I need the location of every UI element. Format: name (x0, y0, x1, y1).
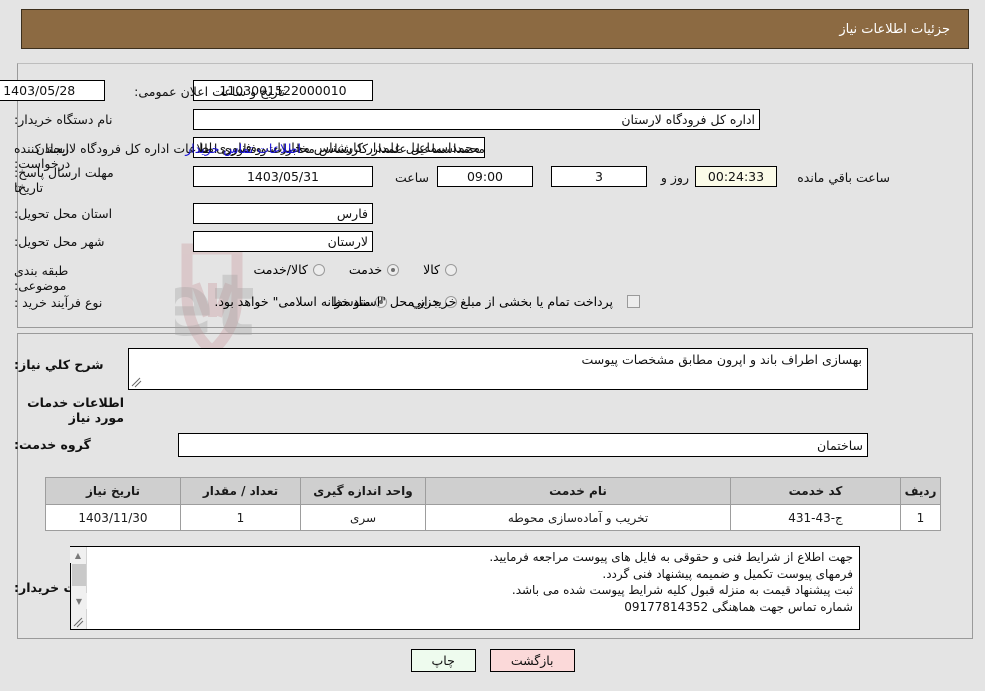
radio-icon-category-1[interactable] (387, 263, 400, 276)
delivery-city-input[interactable] (193, 231, 373, 252)
delivery-province-input[interactable] (193, 203, 373, 224)
page-header: جزئیات اطلاعات نیاز (21, 9, 969, 49)
label-purchase-process-type: نوع فرآیند خرید : (14, 295, 103, 310)
th-unit: واحد اندازه گیری (300, 477, 426, 505)
treasury-bond-checkbox[interactable] (627, 295, 640, 308)
print-button[interactable]: چاپ (410, 649, 476, 672)
buyer-notes-value: جهت اطلاع از شرایط فنی و حقوقی به فایل ه… (489, 550, 853, 614)
buyer-contact-link[interactable]: اطلاعات تماس خریدار (185, 141, 301, 156)
cell-quantity: 1 (180, 504, 301, 531)
need-info-panel (17, 63, 973, 328)
buyer-notes-textarea[interactable]: جهت اطلاع از شرایط فنی و حقوقی به فایل ه… (70, 546, 860, 630)
subject-category-radio-group[interactable]: کالا خدمت کالا/خدمت (235, 262, 457, 277)
page-title: جزئیات اطلاعات نیاز (839, 21, 950, 37)
cell-name: تخریب و آماده‌سازی محوطه (425, 504, 731, 531)
services-section-title: اطلاعات خدمات مورد نیاز (27, 395, 124, 425)
table-header-row: ردیف کد خدمت نام خدمت واحد اندازه گیری ت… (45, 477, 941, 505)
scroll-up-icon[interactable]: ▲ (70, 547, 86, 563)
radio-icon-category-2[interactable] (312, 263, 325, 276)
radio-label-category-1: خدمت (348, 262, 383, 277)
deadline-hour-input[interactable] (437, 166, 533, 187)
deadline-date-input[interactable] (193, 166, 373, 187)
label-buyer-org: نام دستگاه خریدار: (14, 112, 113, 127)
th-need-date: تاریخ نیاز (45, 477, 181, 505)
label-subject-category: طبقه بندی موضوعی: (14, 263, 69, 293)
countdown-input[interactable] (695, 166, 777, 187)
action-buttons: بازگشت چاپ (0, 649, 985, 672)
announce-datetime-input[interactable] (0, 80, 105, 101)
general-description-value: بهسازی اطراف باند و اپرون مطابق مشخصات پ… (581, 352, 862, 367)
th-code: کد خدمت (730, 477, 901, 505)
services-table: ردیف کد خدمت نام خدمت واحد اندازه گیری ت… (45, 477, 941, 531)
treasury-bond-label: پرداخت تمام یا بخشی از مبلغ خرید،از محل … (214, 294, 613, 309)
remaining-days-input[interactable] (551, 166, 647, 187)
th-name: نام خدمت (425, 477, 731, 505)
radio-icon-category-0[interactable] (445, 263, 457, 276)
cell-index: 1 (900, 504, 941, 531)
label-delivery-city: شهر محل تحویل: (14, 234, 105, 249)
cell-unit: سری (300, 504, 426, 531)
cell-need-date: 1403/11/30 (45, 504, 181, 531)
label-service-group: گروه خدمت: (14, 437, 91, 452)
label-days: روز و (660, 170, 689, 185)
back-button[interactable]: بازگشت (489, 649, 575, 672)
radio-category-2[interactable]: کالا/خدمت (253, 262, 325, 277)
service-group-input[interactable] (178, 433, 868, 457)
label-general-description: شرح کلي نیاز: (14, 357, 104, 372)
scroll-down-icon[interactable]: ▼ (71, 593, 87, 609)
label-deadline-hour: ساعت (394, 170, 429, 185)
general-description-textarea[interactable]: بهسازی اطراف باند و اپرون مطابق مشخصات پ… (128, 348, 868, 390)
radio-category-1[interactable]: خدمت (348, 262, 400, 277)
notes-resize-grip-icon[interactable] (73, 617, 84, 628)
treasury-bond-option[interactable]: پرداخت تمام یا بخشی از مبلغ خرید،از محل … (214, 294, 640, 309)
label-delivery-province: استان محل تحویل: (14, 206, 113, 221)
th-quantity: تعداد / مقدار (180, 477, 301, 505)
resize-grip-icon[interactable] (131, 377, 142, 388)
buyer-org-input[interactable] (193, 109, 760, 130)
th-index: ردیف (900, 477, 941, 505)
label-announce-datetime: تاریخ و ساعت اعلان عمومی: (134, 84, 285, 99)
label-countdown: ساعت باقي مانده (797, 170, 890, 185)
scrollbar-thumb[interactable] (72, 564, 86, 586)
radio-label-category-0: کالا (423, 262, 440, 277)
cell-code: ج-43-431 (730, 504, 901, 531)
table-row[interactable]: 1 ج-43-431 تخریب و آماده‌سازی محوطه سری … (45, 504, 941, 531)
radio-label-category-2: کالا/خدمت (253, 262, 308, 277)
radio-category-0[interactable]: کالا (423, 262, 457, 277)
label-deadline-line2: تاریخ: (14, 180, 44, 195)
